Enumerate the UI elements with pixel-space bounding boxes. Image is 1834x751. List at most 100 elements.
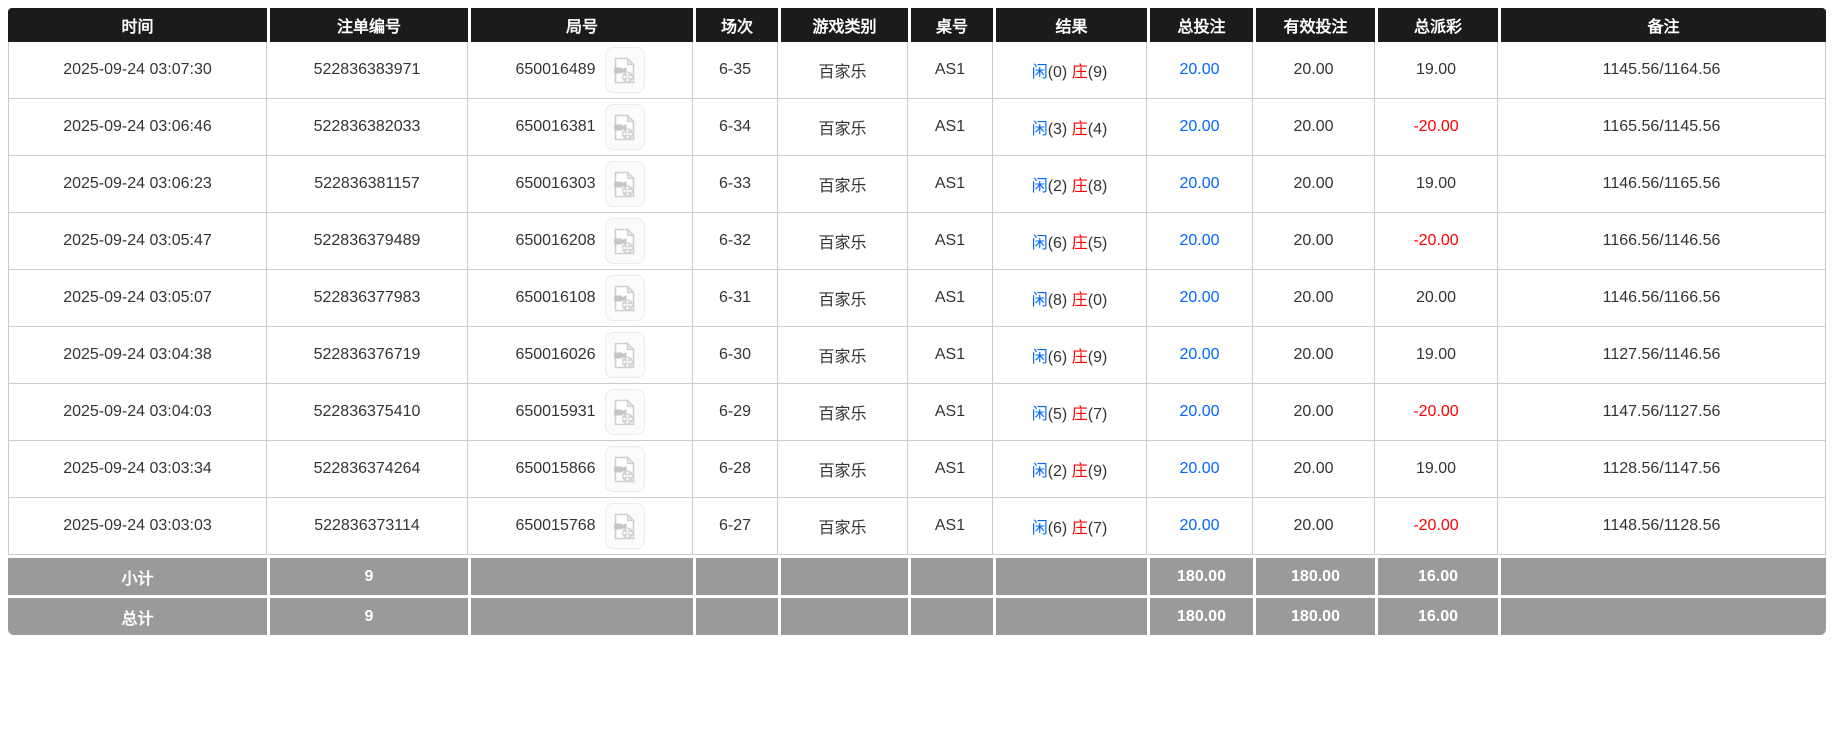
game-no-text: 650016381 [515,118,596,135]
cell-valid-bet: 20.00 [1253,327,1375,384]
col-header-valid-bet: 有效投注 [1253,8,1375,42]
video-replay-button[interactable] [604,161,645,207]
cell-game-type: 百家乐 [778,498,908,555]
cell-game-type: 百家乐 [778,441,908,498]
col-header-payout: 总派彩 [1375,8,1498,42]
video-file-icon [613,455,636,483]
player-score: (6) [1047,235,1068,252]
cell-total-bet: 20.00 [1147,327,1253,384]
col-header-game-no: 局号 [468,8,693,42]
player-score: (2) [1047,463,1068,480]
table-header: 时间 注单编号 局号 场次 游戏类别 桌号 结果 总投注 有效投注 总派彩 备注 [8,8,1826,42]
player-label: 闲 [1031,349,1048,366]
cell-bet-id: 522836379489 [267,213,468,270]
video-replay-button[interactable] [604,332,645,378]
table-row: 2025-09-24 03:05:07 522836377983 6500161… [8,270,1826,327]
video-replay-button[interactable] [604,275,645,321]
cell-remark: 1146.56/1165.56 [1498,156,1826,213]
cell-table-no: AS1 [908,384,993,441]
cell-valid-bet: 20.00 [1253,156,1375,213]
subtotal-payout: 16.00 [1375,555,1498,595]
video-replay-button[interactable] [604,503,645,549]
cell-valid-bet: 20.00 [1253,213,1375,270]
cell-time: 2025-09-24 03:03:34 [8,441,267,498]
cell-session: 6-28 [693,441,778,498]
cell-session: 6-32 [693,213,778,270]
video-file-icon [613,227,636,255]
cell-bet-id: 522836383971 [267,42,468,99]
game-no-text: 650016108 [515,289,596,306]
total-total-bet: 180.00 [1147,595,1253,635]
table-row: 2025-09-24 03:04:03 522836375410 6500159… [8,384,1826,441]
video-file-icon [613,56,636,84]
cell-valid-bet: 20.00 [1253,270,1375,327]
cell-session: 6-27 [693,498,778,555]
banker-score: (7) [1087,520,1108,537]
cell-session: 6-29 [693,384,778,441]
game-no-text: 650016303 [515,175,596,192]
cell-remark: 1146.56/1166.56 [1498,270,1826,327]
cell-session: 6-33 [693,156,778,213]
cell-result: 闲(0) 庄(9) [993,42,1147,99]
player-label: 闲 [1031,520,1048,537]
col-header-table-no: 桌号 [908,8,993,42]
cell-remark: 1127.56/1146.56 [1498,327,1826,384]
banker-label: 庄 [1071,235,1088,252]
cell-remark: 1166.56/1146.56 [1498,213,1826,270]
player-label: 闲 [1031,292,1048,309]
subtotal-valid-bet: 180.00 [1253,555,1375,595]
cell-game-type: 百家乐 [778,327,908,384]
cell-valid-bet: 20.00 [1253,384,1375,441]
banker-score: (9) [1087,463,1108,480]
video-replay-button[interactable] [604,104,645,150]
cell-game-type: 百家乐 [778,156,908,213]
banker-label: 庄 [1071,406,1088,423]
banker-label: 庄 [1071,178,1088,195]
cell-game-no: 650016303 [468,156,693,213]
game-no-text: 650016489 [515,61,596,78]
cell-remark: 1128.56/1147.56 [1498,441,1826,498]
cell-game-no: 650016381 [468,99,693,156]
video-replay-button[interactable] [604,446,645,492]
player-score: (2) [1047,178,1068,195]
cell-session: 6-30 [693,327,778,384]
video-replay-button[interactable] [604,47,645,93]
cell-remark: 1145.56/1164.56 [1498,42,1826,99]
banker-label: 庄 [1071,349,1088,366]
cell-bet-id: 522836373114 [267,498,468,555]
cell-table-no: AS1 [908,327,993,384]
cell-bet-id: 522836381157 [267,156,468,213]
cell-total-bet: 20.00 [1147,42,1253,99]
video-replay-button[interactable] [604,389,645,435]
table-body: 2025-09-24 03:07:30 522836383971 6500164… [8,42,1826,555]
cell-result: 闲(6) 庄(5) [993,213,1147,270]
banker-score: (8) [1087,178,1108,195]
player-label: 闲 [1031,121,1048,138]
video-replay-button[interactable] [604,218,645,264]
bet-records-table: 时间 注单编号 局号 场次 游戏类别 桌号 结果 总投注 有效投注 总派彩 备注… [8,8,1826,635]
cell-payout: -20.00 [1375,498,1498,555]
table-row: 2025-09-24 03:03:34 522836374264 6500158… [8,441,1826,498]
cell-game-type: 百家乐 [778,42,908,99]
cell-result: 闲(2) 庄(8) [993,156,1147,213]
cell-bet-id: 522836377983 [267,270,468,327]
cell-payout: -20.00 [1375,384,1498,441]
cell-payout: 19.00 [1375,42,1498,99]
total-valid-bet: 180.00 [1253,595,1375,635]
video-file-icon [613,113,636,141]
subtotal-count: 9 [267,555,468,595]
cell-game-type: 百家乐 [778,213,908,270]
banker-label: 庄 [1071,463,1088,480]
cell-payout: 19.00 [1375,156,1498,213]
cell-total-bet: 20.00 [1147,99,1253,156]
table-row: 2025-09-24 03:06:46 522836382033 6500163… [8,99,1826,156]
banker-score: (4) [1087,121,1108,138]
cell-game-type: 百家乐 [778,270,908,327]
cell-payout: -20.00 [1375,99,1498,156]
video-file-icon [613,170,636,198]
cell-total-bet: 20.00 [1147,384,1253,441]
game-no-text: 650016208 [515,232,596,249]
table-row: 2025-09-24 03:05:47 522836379489 6500162… [8,213,1826,270]
cell-game-no: 650016208 [468,213,693,270]
banker-score: (0) [1087,292,1108,309]
